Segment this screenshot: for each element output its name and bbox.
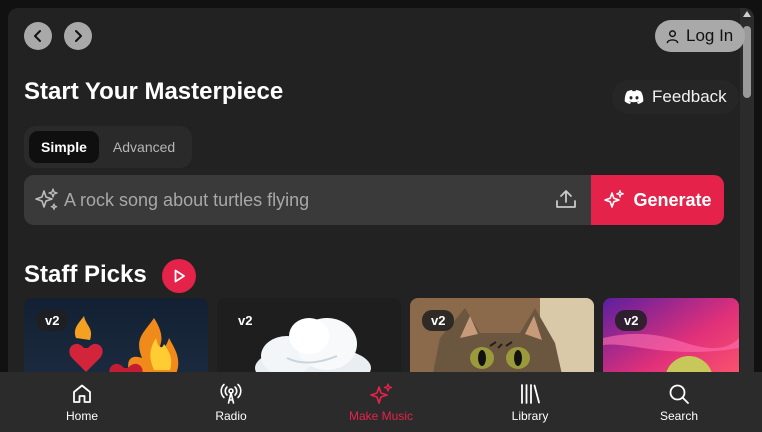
tab-advanced[interactable]: Advanced	[101, 131, 187, 163]
sparkle-icon	[35, 188, 58, 210]
library-icon	[521, 383, 540, 404]
sparkle-icon	[604, 189, 625, 208]
nav-make-music[interactable]: Make Music	[321, 372, 441, 432]
generate-label: Generate	[633, 189, 712, 210]
play-staff-picks-button[interactable]	[162, 259, 196, 293]
nav-label: Radio	[215, 408, 247, 423]
mode-toggle: Simple Advanced	[24, 126, 193, 168]
play-icon	[174, 269, 185, 283]
prompt-bar: Generate	[24, 175, 724, 225]
feedback-button[interactable]: Feedback	[612, 80, 739, 114]
nav-label: Make Music	[348, 408, 413, 423]
scrollbar[interactable]	[740, 8, 754, 380]
nav-search[interactable]: Search	[619, 372, 739, 432]
app-frame: Log In Start Your Masterpiece Feedback S…	[8, 8, 754, 432]
version-badge: v2	[615, 310, 648, 331]
nav-label: Library	[511, 408, 549, 423]
nav-label: Home	[65, 408, 98, 423]
section-title: Staff Picks	[24, 261, 147, 288]
chevron-right-icon	[75, 30, 82, 42]
radio-icon	[220, 383, 242, 404]
tab-simple[interactable]: Simple	[29, 131, 99, 163]
nav-label: Search	[659, 408, 699, 423]
login-button[interactable]: Log In	[655, 20, 746, 52]
forward-button[interactable]	[64, 22, 92, 50]
feedback-label: Feedback	[652, 87, 727, 106]
chevron-left-icon	[34, 30, 41, 42]
page-title: Start Your Masterpiece	[24, 78, 284, 105]
sparkle-icon	[370, 382, 393, 404]
discord-icon	[624, 90, 644, 104]
user-icon	[666, 29, 679, 43]
home-icon	[73, 384, 91, 403]
nav-home[interactable]: Home	[22, 372, 142, 432]
generate-button[interactable]: Generate	[591, 175, 724, 225]
upload-icon[interactable]	[554, 187, 578, 211]
nav-library[interactable]: Library	[470, 372, 590, 432]
login-label: Log In	[686, 26, 734, 45]
back-button[interactable]	[24, 22, 52, 50]
nav-radio[interactable]: Radio	[171, 372, 291, 432]
bottom-nav: Home Radio Make Music Library Search	[0, 372, 762, 432]
version-badge: v2	[36, 310, 69, 331]
scroll-up-arrow-icon[interactable]	[743, 11, 751, 17]
search-icon	[669, 384, 689, 404]
version-badge: v2	[422, 310, 455, 331]
prompt-input[interactable]	[64, 175, 544, 225]
version-badge: v2	[229, 310, 262, 331]
